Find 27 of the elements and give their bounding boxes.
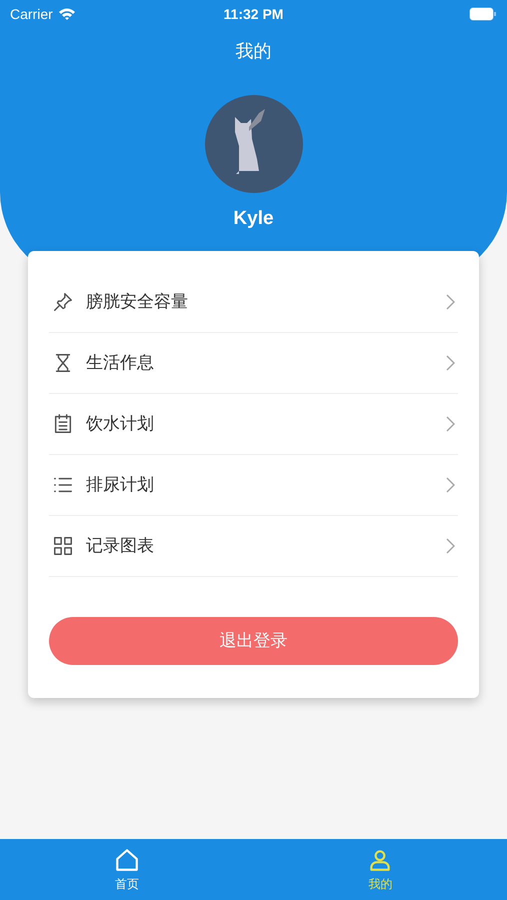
menu-label: 记录图表 <box>86 535 155 558</box>
menu-item[interactable]: 排尿计划 <box>49 455 458 516</box>
chevron-right-icon <box>445 415 455 433</box>
menu-item[interactable]: 记录图表 <box>49 516 458 577</box>
status-time: 11:32 PM <box>224 4 284 24</box>
battery-icon <box>469 7 497 21</box>
menu-label: 生活作息 <box>86 352 155 374</box>
page-title: 我的 <box>236 40 272 63</box>
avatar-icon <box>204 95 302 193</box>
home-icon <box>114 846 140 872</box>
pin-icon <box>52 291 74 313</box>
menu-item[interactable]: 饮水计划 <box>49 394 458 455</box>
chevron-right-icon <box>445 537 455 555</box>
menu-label: 排尿计划 <box>86 474 155 496</box>
menu-label: 膀胱安全容量 <box>86 291 189 314</box>
carrier-label: Carrier <box>10 4 53 24</box>
menu-item[interactable]: 生活作息 <box>49 333 458 394</box>
menu-item[interactable]: 膀胱安全容量 <box>49 272 458 333</box>
chevron-right-icon <box>445 293 455 311</box>
notepad-icon <box>52 413 74 435</box>
tab-item[interactable]: 首页 <box>0 839 254 900</box>
menu-label: 饮水计划 <box>86 413 155 436</box>
grid-icon <box>52 535 74 557</box>
chevron-right-icon <box>445 476 455 494</box>
username: Kyle <box>233 207 274 231</box>
chevron-right-icon <box>445 354 455 372</box>
wifi-icon <box>58 7 76 21</box>
